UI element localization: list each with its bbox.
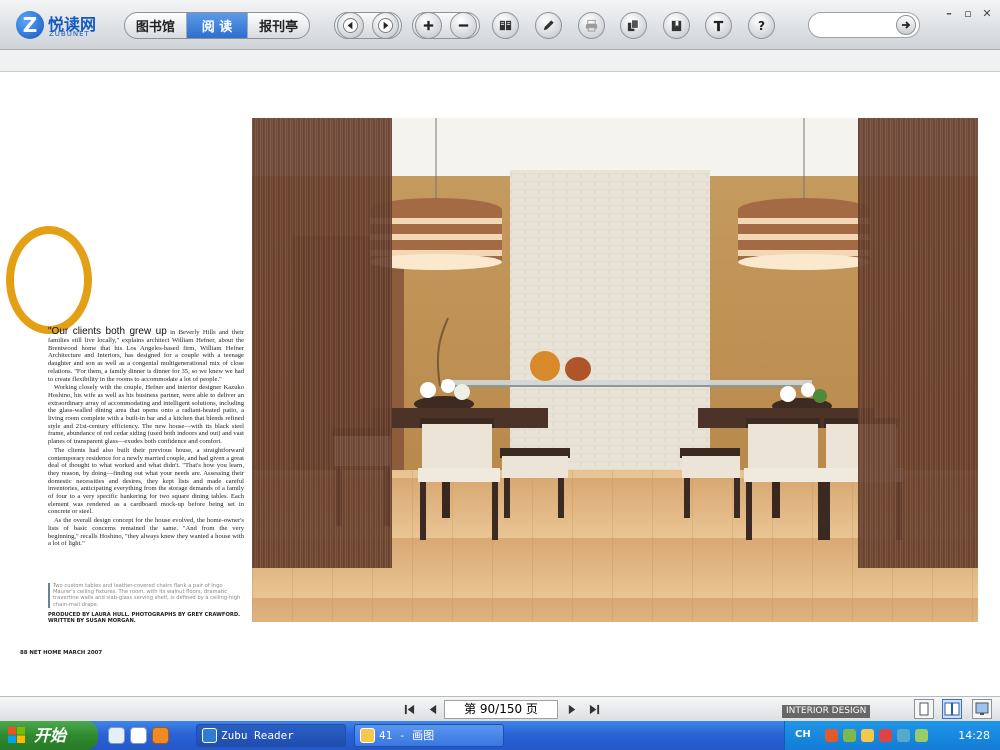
article-paragraph-4: As the overall design concept for the ho… [48, 517, 244, 548]
search-input[interactable] [819, 17, 899, 34]
double-page-view-button[interactable] [942, 699, 962, 719]
photo-caption: Two custom tables and leather-covered ch… [48, 583, 244, 608]
tray-update-icon[interactable] [897, 729, 910, 742]
last-page-icon [589, 704, 599, 714]
main-toolbar: Z 悦读网 ZUBUNET 图书馆 阅 读 报刊亭 ? – ▫ ✕ [0, 0, 1000, 50]
app-logo: Z 悦读网 ZUBUNET [16, 10, 106, 40]
annotate-button[interactable] [535, 12, 562, 39]
page-indicator[interactable]: 第 90/150 页 [444, 700, 558, 719]
article-lead: "Our clients both grew up [48, 326, 167, 337]
help-button[interactable]: ? [748, 12, 775, 39]
forward-button[interactable] [372, 12, 399, 39]
tab-reading[interactable]: 阅 读 [186, 13, 249, 38]
minimize-button[interactable]: – [942, 8, 956, 20]
logo-badge: Z [16, 11, 44, 39]
export-icon [627, 19, 639, 32]
paint-app-icon [360, 728, 375, 743]
text-mode-button[interactable] [705, 12, 732, 39]
search-go-button[interactable] [896, 15, 916, 35]
page-navigation-bar: 第 90/150 页 INTERIOR DESIGN [0, 696, 1000, 721]
taskbar-item-paint[interactable]: 41 - 画图 [354, 724, 504, 747]
tray-ime-icon[interactable] [915, 729, 928, 742]
windows-taskbar: 开始 Zubu Reader 41 - 画图 CH 14:28 [0, 721, 1000, 750]
search-box [808, 12, 920, 38]
single-page-icon [919, 702, 929, 716]
fullscreen-button[interactable] [972, 699, 992, 719]
start-button[interactable]: 开始 [0, 721, 98, 750]
previous-page-button[interactable] [424, 701, 440, 717]
fullscreen-icon [975, 702, 989, 715]
dining-room-photo [252, 118, 978, 622]
tray-network-icon[interactable] [843, 729, 856, 742]
input-language-indicator[interactable]: CH [795, 729, 811, 740]
taskbar-item-zubu-reader[interactable]: Zubu Reader [196, 724, 346, 747]
photo-credits: PRODUCED BY LAURA HULL. PHOTOGRAPHS BY G… [48, 612, 241, 625]
article-paragraph-1: in Beverly Hills and their families stil… [48, 329, 244, 383]
quicklaunch-messenger-icon[interactable] [108, 727, 125, 744]
article-paragraph-2: Working closely with the couple, Hefner … [48, 384, 244, 446]
article-text: "Our clients both grew up in Beverly Hil… [48, 326, 244, 549]
bookmark-button[interactable] [663, 12, 690, 39]
arrow-right-icon [902, 21, 911, 29]
back-button[interactable] [337, 12, 364, 39]
print-button[interactable] [578, 12, 605, 39]
svg-text:?: ? [758, 19, 765, 33]
book-view-button[interactable] [492, 12, 519, 39]
single-page-view-button[interactable] [914, 699, 934, 719]
double-page-icon [944, 702, 960, 716]
first-page-icon [404, 704, 414, 714]
bookmark-icon [671, 20, 682, 32]
quicklaunch-media-icon[interactable] [152, 727, 169, 744]
back-icon [343, 18, 358, 33]
next-page-icon [568, 704, 575, 714]
quote-ring-ornament [6, 226, 92, 334]
pen-icon [543, 20, 554, 31]
watermark-label: INTERIOR DESIGN [782, 705, 871, 718]
page-folio: 88 NET HOME MARCH 2007 [20, 650, 103, 656]
print-icon [585, 19, 598, 32]
start-label: 开始 [34, 726, 67, 745]
forward-icon [378, 18, 393, 33]
tray-security-icon[interactable] [861, 729, 874, 742]
maximize-button[interactable]: ▫ [961, 8, 975, 20]
windows-logo-icon [8, 727, 25, 743]
close-button[interactable]: ✕ [980, 8, 994, 20]
mode-tabs: 图书馆 阅 读 报刊亭 [124, 12, 310, 39]
article-paragraph-3: The clients had also built their previou… [48, 446, 244, 516]
system-clock[interactable]: 14:28 [958, 729, 990, 742]
zoom-out-button[interactable] [450, 12, 477, 39]
tray-volume-icon[interactable] [825, 729, 838, 742]
text-icon [713, 20, 724, 32]
zoom-out-icon [458, 24, 469, 27]
zoom-in-icon [423, 20, 434, 31]
help-icon: ? [758, 19, 765, 33]
export-button[interactable] [620, 12, 647, 39]
previous-page-icon [429, 704, 436, 714]
book-icon [499, 20, 512, 31]
last-page-button[interactable] [586, 701, 602, 717]
quicklaunch-ie-icon[interactable] [130, 727, 147, 744]
zoom-in-button[interactable] [415, 12, 442, 39]
tab-newsstand[interactable]: 报刊亭 [248, 13, 309, 38]
system-tray: CH 14:28 [784, 721, 1000, 750]
tray-antivirus-icon[interactable] [879, 729, 892, 742]
taskbar-item-paint-label: 41 - 画图 [379, 729, 435, 742]
first-page-button[interactable] [401, 701, 417, 717]
next-page-button[interactable] [564, 701, 580, 717]
taskbar-item-zubu-label: Zubu Reader [221, 729, 294, 742]
logo-subtext: ZUBUNET [49, 30, 90, 38]
tab-library[interactable]: 图书馆 [125, 13, 187, 38]
zubu-app-icon [202, 728, 217, 743]
toolbar-strip [0, 50, 1000, 72]
